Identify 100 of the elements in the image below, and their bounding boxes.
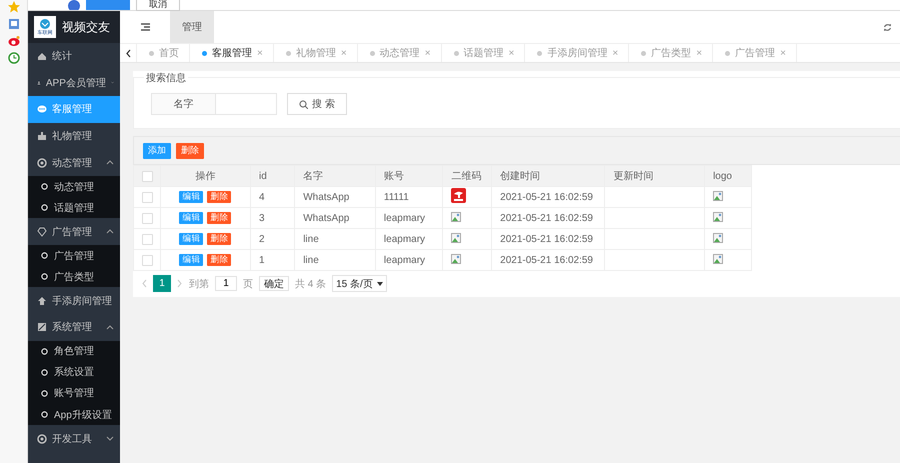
header-tab[interactable]: 管理 xyxy=(170,11,214,43)
delete-button[interactable]: 删除 xyxy=(207,254,232,266)
table-cell: 1 xyxy=(250,250,295,270)
home-icon xyxy=(37,51,47,62)
page-input[interactable]: 1 xyxy=(215,276,237,291)
panel-legend: 搜索信息 xyxy=(144,71,188,85)
delete-button[interactable]: 删除 xyxy=(207,212,232,224)
page-tab[interactable]: 客服管理 × xyxy=(190,44,274,62)
table-cell: leapmary xyxy=(375,250,443,270)
page-number[interactable]: 1 xyxy=(153,275,171,292)
page-tab[interactable]: 话题管理 × xyxy=(442,44,526,62)
column-header: 名字 xyxy=(294,166,376,186)
table-cell: line xyxy=(294,228,376,250)
delete-button[interactable]: 删除 xyxy=(176,142,204,158)
search-button[interactable]: 搜 索 xyxy=(287,93,347,115)
menu-icon[interactable] xyxy=(140,23,150,31)
column-header: 账号 xyxy=(375,166,443,186)
goto-label: 到第 xyxy=(189,278,209,290)
star-icon[interactable] xyxy=(8,1,20,13)
checkbox[interactable] xyxy=(142,254,153,266)
broken-image-icon xyxy=(451,254,462,264)
delete-button[interactable]: 删除 xyxy=(207,191,232,203)
close-icon[interactable]: × xyxy=(612,48,618,58)
refresh-icon[interactable] xyxy=(883,22,892,32)
sidebar-item[interactable]: 统计 xyxy=(28,43,120,70)
diamond-icon xyxy=(37,226,47,237)
close-icon[interactable]: × xyxy=(257,48,263,58)
edit-button[interactable]: 编辑 xyxy=(179,212,204,224)
circle-icon xyxy=(41,411,48,418)
checkbox[interactable] xyxy=(142,234,153,244)
sidebar-item[interactable]: 礼物管理 xyxy=(28,122,120,150)
clock-icon[interactable] xyxy=(8,52,20,64)
total-count: 共 4 条 xyxy=(295,278,326,290)
gear-icon xyxy=(37,158,47,168)
page-tab[interactable]: 动态管理 × xyxy=(358,44,442,62)
checkbox[interactable] xyxy=(142,212,153,224)
sidebar-item[interactable]: 动态管理 xyxy=(28,149,120,176)
page-tab[interactable]: 广告管理 × xyxy=(713,44,797,62)
sidebar-subitem[interactable]: 动态管理 xyxy=(28,176,120,198)
broken-image-icon xyxy=(713,190,724,200)
sidebar-subitem[interactable]: 广告类型 xyxy=(28,266,120,288)
sidebar-item[interactable]: 开发工具 xyxy=(28,425,120,452)
close-icon[interactable]: × xyxy=(696,48,702,58)
confirm-button[interactable]: 确定 xyxy=(259,276,289,291)
sidebar-subitem[interactable]: 话题管理 xyxy=(28,197,120,218)
delete-button[interactable]: 删除 xyxy=(207,233,232,245)
search-icon xyxy=(299,100,308,108)
close-icon[interactable]: × xyxy=(424,48,431,58)
name-field[interactable]: 名字 xyxy=(151,93,277,115)
chevron-up-icon xyxy=(106,228,114,236)
circle-icon xyxy=(41,252,48,260)
table-cell: 3 xyxy=(250,208,295,228)
table-cell: 2021-05-21 16:02:59 xyxy=(492,250,605,270)
broken-image-icon xyxy=(713,254,724,264)
gear-icon xyxy=(37,434,47,444)
table-cell: 2021-05-21 16:02:59 xyxy=(492,186,605,208)
page-tab[interactable]: 首页 xyxy=(137,44,190,62)
close-icon[interactable]: × xyxy=(508,48,514,58)
page-tab[interactable]: 礼物管理 × xyxy=(274,44,358,62)
table-cell: leapmary xyxy=(375,228,443,250)
table-cell: WhatsApp xyxy=(294,208,376,228)
close-icon[interactable]: × xyxy=(780,48,786,58)
book-icon[interactable] xyxy=(8,18,20,30)
sidebar-subitem[interactable]: 广告管理 xyxy=(28,244,120,266)
app-title: 视频交友 xyxy=(62,18,110,36)
app-logo-icon xyxy=(451,188,466,203)
page-tab[interactable]: 手添房间管理 × xyxy=(525,44,630,62)
table-cell: leapmary xyxy=(375,208,443,228)
sidebar-item[interactable]: 手添房间管理 xyxy=(28,287,120,314)
circle-icon xyxy=(41,204,48,212)
column-header: id xyxy=(250,166,295,186)
chevron-right-icon[interactable] xyxy=(177,279,183,288)
edit-button[interactable]: 编辑 xyxy=(179,254,204,266)
sidebar-subitem[interactable]: 角色管理 xyxy=(28,340,120,362)
table-cell: 2021-05-21 16:02:59 xyxy=(492,208,605,228)
circle-icon xyxy=(41,368,48,376)
sidebar-item[interactable]: 客服管理 xyxy=(28,96,120,123)
circle-icon xyxy=(41,183,48,190)
chevron-left-icon[interactable] xyxy=(125,48,131,58)
checkbox[interactable] xyxy=(142,170,153,182)
sidebar-item[interactable]: 系统管理 xyxy=(28,314,120,340)
add-button[interactable]: 添加 xyxy=(143,142,171,158)
sidebar-subitem[interactable]: App升级设置 xyxy=(28,404,120,426)
checkbox[interactable] xyxy=(142,192,153,202)
page-tab[interactable]: 广告类型 × xyxy=(629,44,714,62)
sidebar-subitem[interactable]: 账号管理 xyxy=(28,382,120,404)
edit-button[interactable]: 编辑 xyxy=(179,233,204,245)
table-cell: 4 xyxy=(250,186,295,208)
weibo-icon[interactable] xyxy=(8,35,20,47)
square-icon xyxy=(37,322,47,332)
page-size-select[interactable]: 15 条/页 xyxy=(332,275,387,292)
sidebar-item[interactable]: APP会员管理 xyxy=(28,70,120,96)
sidebar-subitem[interactable]: 系统设置 xyxy=(28,362,120,383)
circle-icon xyxy=(41,348,48,355)
sidebar-item[interactable]: 广告管理 xyxy=(28,218,120,245)
chevron-down-icon xyxy=(106,435,114,442)
column-header: 操作 xyxy=(160,166,251,186)
notification-button[interactable] xyxy=(86,0,130,10)
close-icon[interactable]: × xyxy=(340,48,347,58)
edit-button[interactable]: 编辑 xyxy=(179,191,204,203)
